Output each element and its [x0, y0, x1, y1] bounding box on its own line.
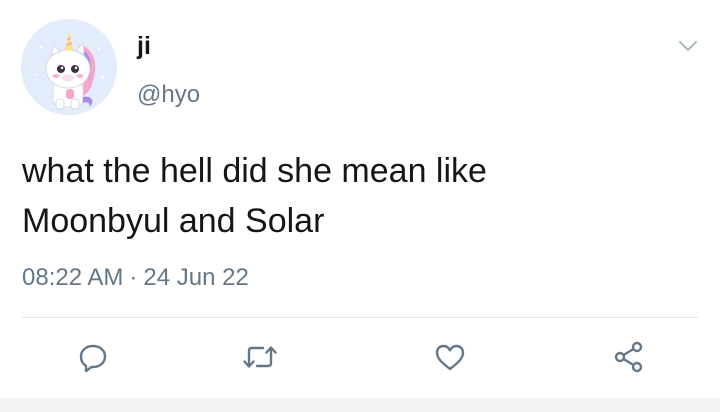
share-icon	[614, 341, 643, 373]
unicorn-avatar-icon	[21, 19, 117, 115]
like-button[interactable]	[432, 340, 468, 374]
tweet-date: 24 Jun 22	[143, 264, 249, 291]
retweet-button[interactable]	[242, 340, 278, 374]
tweet-timestamp[interactable]: 08:22 AM · 24 Jun 22	[22, 263, 249, 293]
meta-separator: ·	[129, 264, 138, 291]
tweet-card: ji @hyo what the hell did she mean like …	[0, 0, 720, 412]
retweet-icon	[243, 346, 277, 368]
tweet-text-line: what the hell did she mean like	[22, 152, 487, 190]
share-button[interactable]	[611, 340, 647, 374]
tweet-time: 08:22 AM	[22, 264, 124, 291]
avatar[interactable]	[21, 19, 117, 115]
chevron-down-icon	[679, 41, 697, 51]
tweet-text-line: Moonbyul and Solar	[22, 202, 325, 240]
tweet-actions	[0, 340, 720, 374]
display-name[interactable]: ji	[137, 34, 151, 59]
user-handle[interactable]: @hyo	[137, 83, 200, 107]
reply-icon	[79, 344, 107, 373]
tweet-menu-button[interactable]	[676, 34, 700, 58]
tweet-text: what the hell did she mean like Moonbyul…	[22, 146, 702, 246]
bottom-border	[0, 398, 720, 412]
divider	[22, 317, 698, 318]
reply-button[interactable]	[75, 340, 111, 374]
like-icon	[435, 344, 465, 371]
